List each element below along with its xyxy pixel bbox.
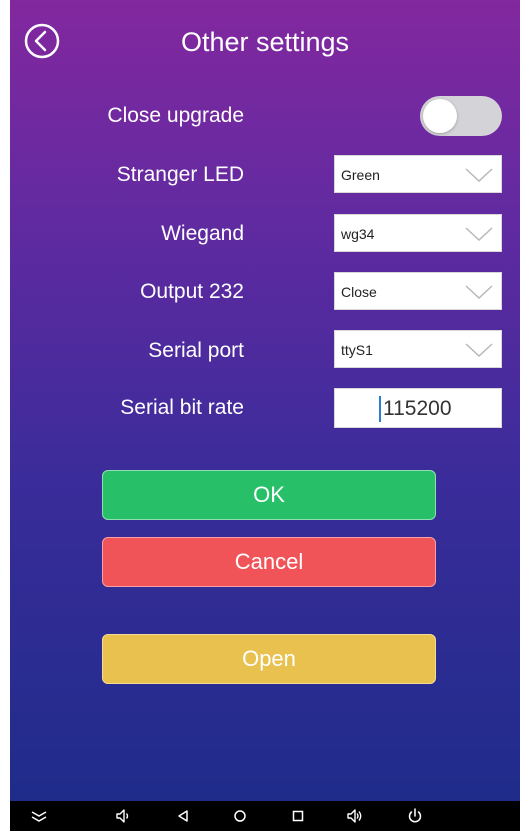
settings-screen: Other settings Close upgrade Stranger LE… (10, 0, 520, 801)
text-caret (379, 396, 381, 422)
wiegand-select[interactable]: wg34 (334, 214, 502, 252)
stranger-led-label: Stranger LED (116, 163, 244, 186)
serial-bit-rate-label: Serial bit rate (120, 396, 244, 419)
chevron-down-icon (465, 285, 493, 299)
serial-port-value: ttyS1 (341, 342, 373, 358)
system-navigation-bar (10, 801, 520, 831)
output-232-label: Output 232 (140, 280, 244, 303)
serial-port-select[interactable]: ttyS1 (334, 330, 502, 368)
chevron-down-icon (465, 343, 493, 357)
page-title: Other settings (180, 27, 350, 57)
device: Other settings Close upgrade Stranger LE… (10, 0, 520, 831)
wiegand-label: Wiegand (161, 222, 244, 245)
cancel-button[interactable]: Cancel (102, 537, 436, 587)
close-upgrade-toggle[interactable] (420, 96, 502, 136)
serial-bit-rate-input[interactable]: 115200 (334, 388, 502, 428)
volume-down-icon[interactable] (114, 807, 132, 825)
recents-square-icon[interactable] (289, 807, 307, 825)
wiegand-value: wg34 (341, 226, 375, 242)
back-triangle-icon[interactable] (174, 807, 192, 825)
toggle-knob (423, 99, 457, 133)
chevron-down-icon (465, 168, 493, 182)
stranger-led-select[interactable]: Green (334, 155, 502, 193)
power-icon[interactable] (406, 807, 424, 825)
stranger-led-value: Green (341, 167, 380, 183)
chevron-down-icon (465, 227, 493, 241)
serial-port-label: Serial port (148, 339, 244, 362)
output-232-value: Close (341, 284, 377, 300)
serial-bit-rate-value: 115200 (383, 397, 452, 420)
close-upgrade-label: Close upgrade (107, 104, 244, 127)
home-circle-icon[interactable] (231, 807, 249, 825)
output-232-select[interactable]: Close (334, 272, 502, 310)
hide-keyboard-icon[interactable] (30, 807, 48, 825)
volume-up-icon[interactable] (346, 807, 364, 825)
ok-button[interactable]: OK (102, 470, 436, 520)
open-button[interactable]: Open (102, 634, 436, 684)
